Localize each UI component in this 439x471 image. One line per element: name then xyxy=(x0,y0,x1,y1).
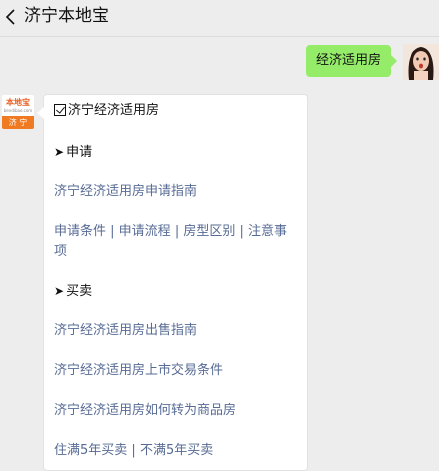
bottom-links-row: 住满5年买卖 | 不满5年买卖 xyxy=(54,443,214,458)
link-notes[interactable]: 注意事 xyxy=(248,224,287,239)
logo-text-top: 本地宝 xyxy=(6,98,30,107)
link-apply-process[interactable]: 申请流程 xyxy=(119,224,171,239)
section-trade-heading: ➤ 买卖 xyxy=(54,281,92,302)
user-avatar[interactable] xyxy=(403,44,439,80)
link-apply-guide[interactable]: 济宁经济适用房申请指南 xyxy=(54,182,197,202)
page-title: 济宁本地宝 xyxy=(24,6,109,26)
link-under-5-years[interactable]: 不满5年买卖 xyxy=(140,443,213,458)
link-apply-conditions[interactable]: 申请条件 xyxy=(54,224,106,239)
arrow-right-icon: ➤ xyxy=(54,284,65,298)
user-avatar-image xyxy=(403,44,439,80)
link-market-conditions[interactable]: 济宁经济适用房上市交易条件 xyxy=(54,361,223,381)
user-message-bubble: 经济适用房 xyxy=(306,45,398,77)
bot-avatar[interactable]: 本地宝 bendibao.com 济 宁 xyxy=(2,95,34,129)
link-sale-guide[interactable]: 济宁经济适用房出售指南 xyxy=(54,321,197,341)
arrow-right-icon: ➤ xyxy=(54,145,65,159)
top-bar: 济宁本地宝 xyxy=(0,0,439,37)
reply-title: 济宁经济适用房 xyxy=(54,101,159,121)
link-notes-wrap[interactable]: 项 xyxy=(54,242,67,262)
bot-reply-bubble: 济宁经济适用房 ➤ 申请 济宁经济适用房申请指南 申请条件 | 申请流程 | 房型… xyxy=(37,94,308,471)
link-room-types[interactable]: 房型区别 xyxy=(183,224,235,239)
logo-text-domain: bendibao.com xyxy=(3,108,33,113)
back-arrow-icon[interactable] xyxy=(3,7,19,27)
link-convert-commercial[interactable]: 济宁经济适用房如何转为商品房 xyxy=(54,401,236,421)
section-apply-heading: ➤ 申请 xyxy=(54,142,92,163)
checkbox-icon xyxy=(54,104,66,116)
link-over-5-years[interactable]: 住满5年买卖 xyxy=(54,443,127,458)
logo-text-city: 济 宁 xyxy=(2,116,34,129)
links-row: 申请条件 | 申请流程 | 房型区别 | 注意事 xyxy=(54,224,288,239)
